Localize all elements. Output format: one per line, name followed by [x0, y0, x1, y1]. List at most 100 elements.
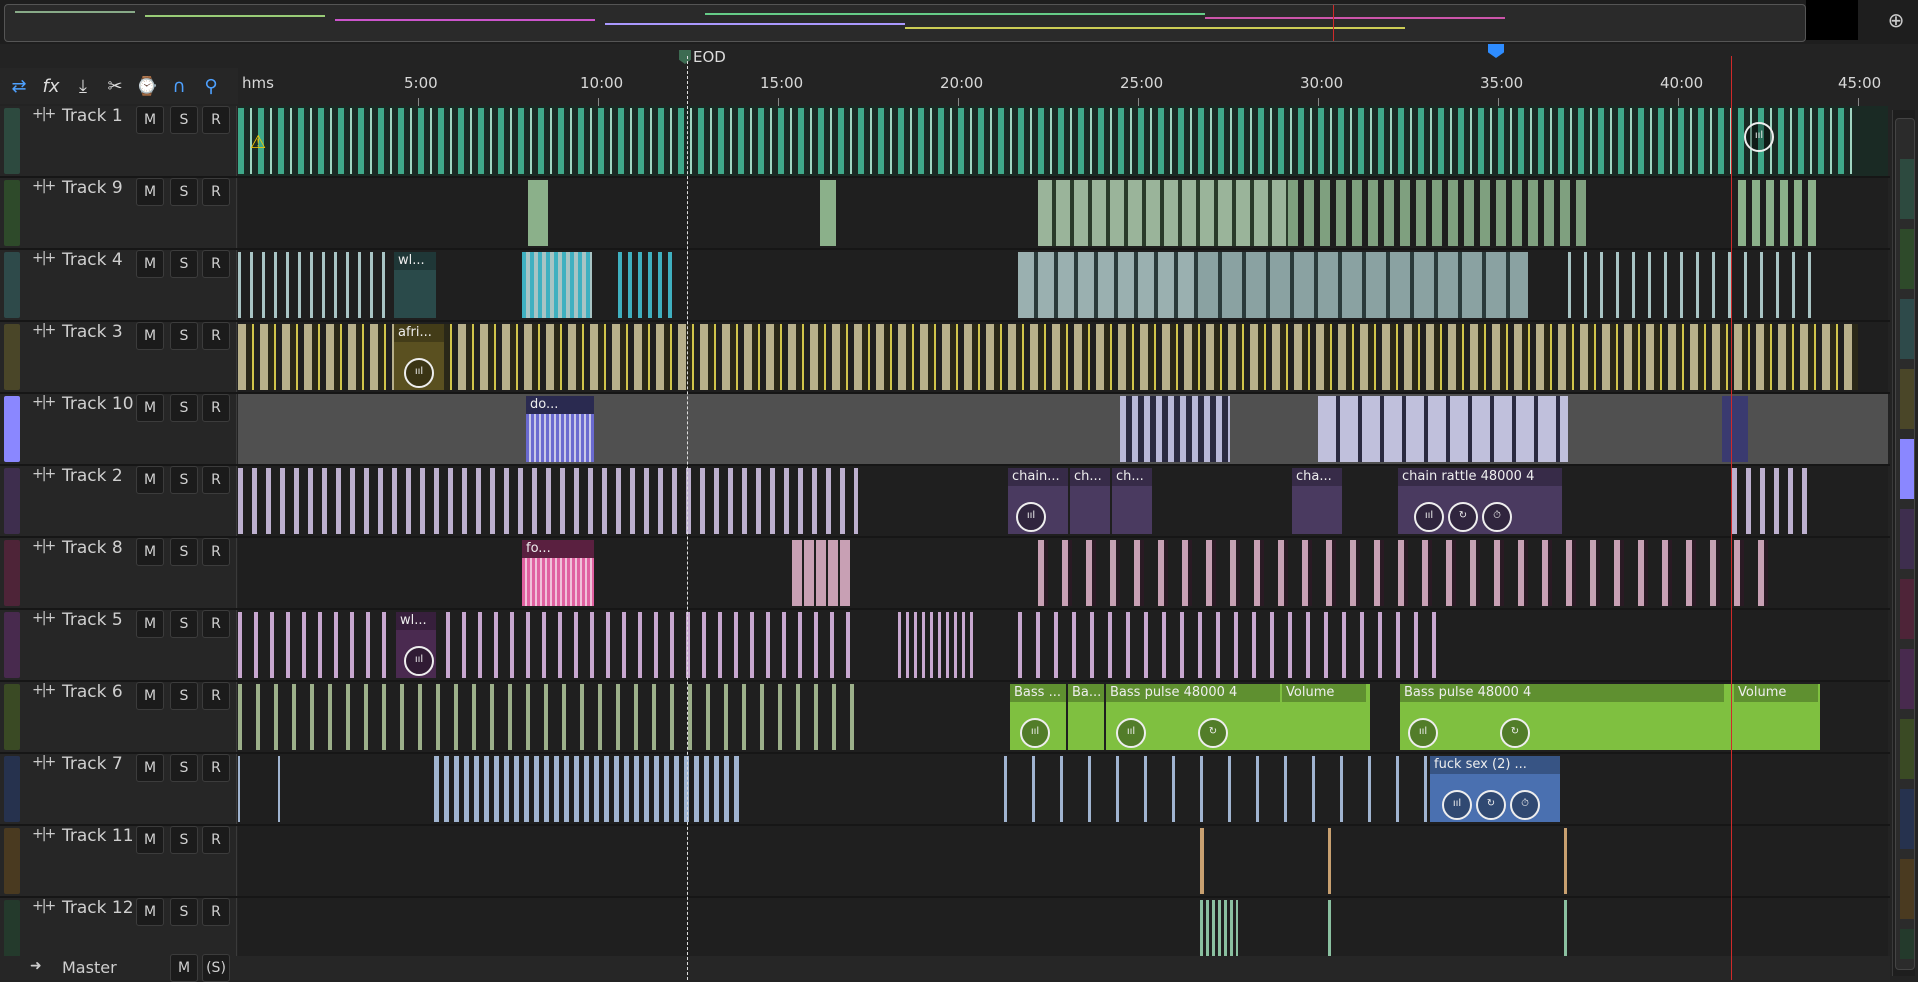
track-name[interactable]: Track 5	[62, 610, 123, 630]
loop-icon[interactable]: ↻	[1448, 502, 1478, 532]
stretch-icon[interactable]: ⏱	[1510, 790, 1540, 820]
audio-clip[interactable]: fo...	[522, 540, 594, 606]
magnet-icon[interactable]: ∩	[164, 71, 194, 101]
record-button[interactable]: R	[202, 466, 230, 494]
track-lane[interactable]	[238, 826, 1888, 896]
gain-icon[interactable]: ııl	[404, 358, 434, 388]
solo-button[interactable]: S	[170, 682, 198, 710]
stretch-icon[interactable]: ⏱	[1482, 502, 1512, 532]
audio-clip[interactable]	[434, 756, 744, 822]
audio-clip[interactable]	[1018, 612, 1448, 678]
solo-button[interactable]: S	[170, 538, 198, 566]
mute-button[interactable]: M	[136, 394, 164, 422]
mute-button[interactable]: M	[170, 954, 198, 982]
audio-clip[interactable]	[1038, 540, 1778, 606]
audio-clip[interactable]: wl... ııl	[396, 612, 436, 678]
mute-button[interactable]: M	[136, 682, 164, 710]
record-button[interactable]: R	[202, 394, 230, 422]
solo-button[interactable]: S	[170, 826, 198, 854]
audio-clip[interactable]	[1318, 396, 1568, 462]
track-lane[interactable]: Bass ... ııl Ba... Bass pulse 48000 4 Volu…	[238, 682, 1888, 752]
audio-clip[interactable]	[1738, 180, 1818, 246]
audio-clip[interactable]	[238, 684, 858, 750]
track-header[interactable]: +|+ Track 4 M S R	[0, 250, 237, 320]
mute-button[interactable]: M	[136, 898, 164, 926]
audio-clip[interactable]	[238, 324, 1858, 390]
track-name[interactable]: Track 4	[62, 250, 123, 270]
swap-icon[interactable]: ⇄	[4, 71, 34, 101]
track-header[interactable]: +|+ Track 10 M S R	[0, 394, 237, 464]
track-lane[interactable]: afri... ııl	[238, 322, 1888, 392]
solo-button[interactable]: S	[170, 610, 198, 638]
mute-button[interactable]: M	[136, 538, 164, 566]
track-name[interactable]: Track 7	[62, 754, 123, 774]
track-name[interactable]: Track 8	[62, 538, 123, 558]
move-icon[interactable]: ⤓	[68, 71, 98, 101]
audio-clip[interactable]	[820, 180, 836, 246]
audio-clip[interactable]	[1328, 828, 1331, 894]
solo-button[interactable]: S	[170, 898, 198, 926]
gain-icon[interactable]: ııl	[404, 646, 434, 676]
audio-clip[interactable]: cha...	[1292, 468, 1342, 534]
mute-button[interactable]: M	[136, 106, 164, 134]
audio-clip[interactable]	[1038, 180, 1288, 246]
track-name[interactable]: Track 3	[62, 322, 123, 342]
track-header[interactable]: +|+ Track 2 M S R	[0, 466, 237, 536]
track-lane[interactable]	[238, 178, 1888, 248]
audio-clip[interactable]	[792, 540, 852, 606]
gain-icon[interactable]: ııl	[1414, 502, 1444, 532]
solo-button[interactable]: S	[170, 178, 198, 206]
vertical-scrollbar[interactable]	[1892, 110, 1915, 976]
audio-clip[interactable]: chain... ııl	[1008, 468, 1068, 534]
audio-clip[interactable]	[528, 180, 548, 246]
record-button[interactable]: R	[202, 178, 230, 206]
audio-clip[interactable]: Bass ... ııl	[1010, 684, 1066, 750]
record-button[interactable]: R	[202, 106, 230, 134]
gain-icon[interactable]: ııl	[1744, 122, 1774, 152]
audio-clip[interactable]: Bass pulse 48000 4 Volume ııl ↻	[1106, 684, 1370, 750]
track-name[interactable]: Track 1	[62, 106, 123, 126]
track-header[interactable]: +|+ Track 5 M S R	[0, 610, 237, 680]
track-name[interactable]: Track 11	[62, 826, 134, 846]
gain-icon[interactable]: ııl	[1020, 718, 1050, 748]
track-header[interactable]: +|+ Track 9 M S R	[0, 178, 237, 248]
track-name[interactable]: Track 10	[62, 394, 134, 414]
audio-clip[interactable]	[1018, 252, 1198, 318]
audio-clip[interactable]: wl...	[394, 252, 436, 318]
audio-clip[interactable]: do...	[526, 396, 594, 462]
track-lane[interactable]: do...	[238, 394, 1888, 464]
track-header[interactable]: +|+ Track 6 M S R	[0, 682, 237, 752]
zoom-icon[interactable]: ⊕	[1882, 6, 1910, 34]
track-name[interactable]: Track 9	[62, 178, 123, 198]
stretch-icon[interactable]: ⌚	[132, 71, 162, 101]
volume-label[interactable]: Volume	[1734, 684, 1818, 702]
solo-button[interactable]: S	[170, 394, 198, 422]
record-button[interactable]: R	[202, 682, 230, 710]
audio-clip[interactable]	[1200, 828, 1204, 894]
record-button[interactable]: R	[202, 322, 230, 350]
audio-clip[interactable]	[522, 252, 592, 318]
trim-icon[interactable]: ✂	[100, 71, 130, 101]
mute-button[interactable]: M	[136, 250, 164, 278]
gain-icon[interactable]: ııl	[1442, 790, 1472, 820]
solo-button[interactable]: S	[170, 322, 198, 350]
track-lane[interactable]: wl...	[238, 250, 1888, 320]
track-lane[interactable]: fo...	[238, 538, 1888, 608]
volume-label[interactable]: Volume	[1282, 684, 1366, 702]
audio-clip[interactable]	[238, 756, 318, 822]
audio-clip[interactable]	[238, 468, 858, 534]
record-button[interactable]: R	[202, 250, 230, 278]
audio-clip[interactable]	[1732, 468, 1812, 534]
audio-clip[interactable]	[1288, 180, 1588, 246]
track-header[interactable]: +|+ Track 1 M S R	[0, 106, 237, 176]
fx-icon[interactable]: fx	[36, 71, 66, 101]
record-button[interactable]: R	[202, 538, 230, 566]
gain-icon[interactable]: ııl	[1116, 718, 1146, 748]
audio-clip[interactable]: afri... ııl	[394, 324, 444, 390]
solo-button[interactable]: S	[170, 250, 198, 278]
audio-clip[interactable]: chain rattle 48000 4 ııl ↻ ⏱	[1398, 468, 1562, 534]
track-lane[interactable]: ⚠ ııl	[238, 106, 1888, 176]
track-header[interactable]: +|+ Track 11 M S R	[0, 826, 237, 896]
audio-clip[interactable]: Ba...	[1068, 684, 1104, 750]
record-button[interactable]: R	[202, 754, 230, 782]
